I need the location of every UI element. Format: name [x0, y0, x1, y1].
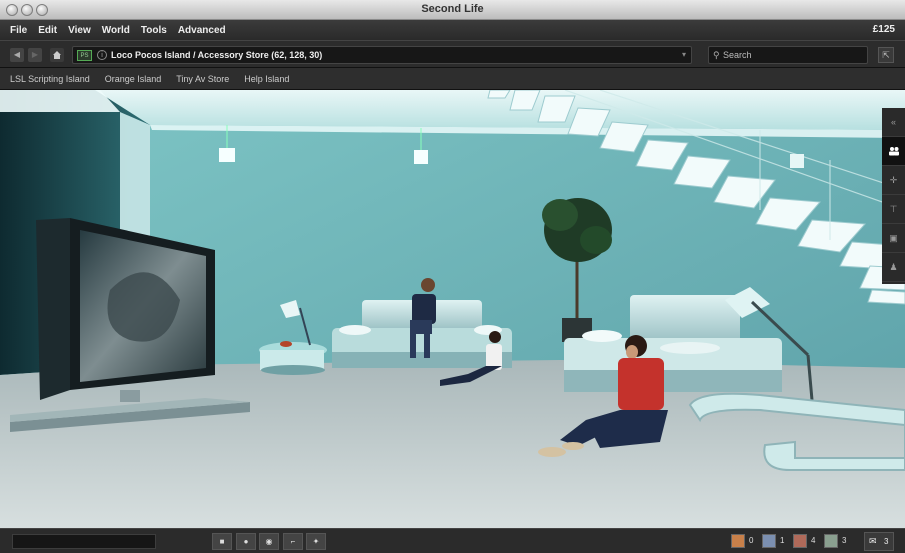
avatar: [762, 534, 776, 548]
record-icon[interactable]: ●: [236, 533, 256, 550]
menu-world[interactable]: World: [102, 25, 130, 36]
favorite-orange-island[interactable]: Orange Island: [105, 74, 162, 84]
avatar: [824, 534, 838, 548]
chat-input[interactable]: [12, 534, 156, 549]
menu-bar: File Edit View World Tools Advanced £125: [0, 20, 905, 40]
favorite-lsl-scripting-island[interactable]: LSL Scripting Island: [10, 74, 90, 84]
menu-view[interactable]: View: [68, 25, 91, 36]
menu-file[interactable]: File: [10, 25, 27, 36]
world-viewport[interactable]: [0, 90, 905, 528]
favorite-help-island[interactable]: Help Island: [244, 74, 289, 84]
avatar: [793, 534, 807, 548]
landmark-icon[interactable]: ⊤: [882, 195, 905, 224]
menu-advanced[interactable]: Advanced: [178, 25, 226, 36]
search-input[interactable]: [723, 48, 863, 62]
favorites-bar: LSL Scripting Island Orange Island Tiny …: [0, 68, 905, 90]
chevron-down-icon[interactable]: ▾: [682, 50, 686, 59]
messages-button[interactable]: ✉ 3: [864, 532, 894, 551]
move-icon[interactable]: ✦: [306, 533, 326, 550]
search-field[interactable]: ⚲: [708, 46, 868, 64]
navigation-bar: ◀ ▶ PS i Loco Pocos Island / Accessory S…: [0, 40, 905, 68]
profile-icon[interactable]: ♟: [882, 253, 905, 282]
envelope-icon: ✉: [869, 536, 877, 546]
window-titlebar: Second Life: [0, 0, 905, 20]
stop-icon[interactable]: ■: [212, 533, 232, 550]
location-text: Loco Pocos Island / Accessory Store (62,…: [111, 50, 323, 60]
camera-icon[interactable]: ◉: [259, 533, 279, 550]
linden-balance[interactable]: £125: [873, 24, 895, 35]
inventory-icon[interactable]: ▣: [882, 224, 905, 253]
window-title: Second Life: [421, 3, 484, 15]
sidebar-toggle-icon[interactable]: ⇱: [878, 47, 894, 63]
menu-tools[interactable]: Tools: [141, 25, 167, 36]
back-arrow-icon[interactable]: ◀: [10, 48, 24, 62]
forward-arrow-icon[interactable]: ▶: [28, 48, 42, 62]
favorite-tiny-av-store[interactable]: Tiny Av Store: [176, 74, 229, 84]
bottom-bar: ■ ● ◉ ⌐ ✦ 0 1 4 3 ✉ 3: [0, 528, 905, 553]
corner-icon[interactable]: ⌐: [283, 533, 303, 550]
people-icon[interactable]: [882, 137, 905, 166]
avatar: [731, 534, 745, 548]
menu-edit[interactable]: Edit: [38, 25, 57, 36]
messages-count: 3: [884, 537, 889, 546]
location-field[interactable]: PS i Loco Pocos Island / Accessory Store…: [72, 46, 692, 64]
parcel-badge: PS: [77, 50, 92, 61]
scene-render: [0, 90, 905, 528]
collapse-icon[interactable]: «: [882, 108, 905, 137]
search-icon: ⚲: [713, 50, 720, 60]
home-icon[interactable]: [50, 48, 64, 62]
places-icon[interactable]: ✛: [882, 166, 905, 195]
sidebar-tabs: « ✛ ⊤ ▣ ♟: [882, 108, 905, 284]
info-icon[interactable]: i: [97, 50, 107, 60]
